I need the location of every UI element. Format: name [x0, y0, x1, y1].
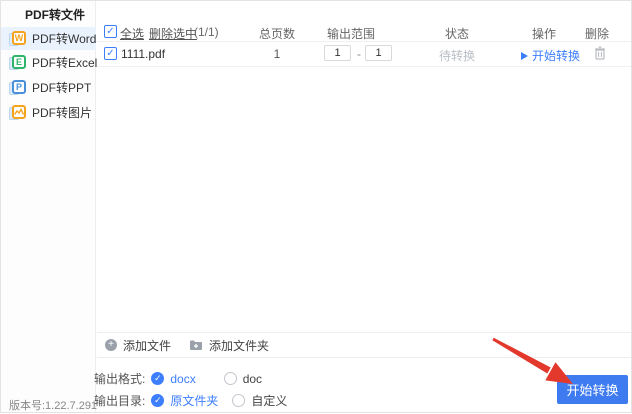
- selection-count: (1/1): [194, 25, 219, 39]
- range-to-input[interactable]: [365, 45, 392, 61]
- header-divider: [97, 41, 631, 42]
- image-icon: [14, 107, 24, 115]
- app-title: PDF转文件: [25, 8, 86, 22]
- radio-doc-label[interactable]: doc: [243, 372, 262, 386]
- output-format-label: 输出格式:: [94, 372, 146, 386]
- app-window: PDF转文件 W PDF转Word E PDF转Excel P PDF转PPT: [0, 0, 632, 413]
- start-convert-button[interactable]: 开始转换: [557, 375, 628, 404]
- play-icon: [521, 51, 528, 60]
- add-folder-button[interactable]: 添加文件夹: [189, 337, 269, 354]
- sidebar-item-pdf-to-ppt[interactable]: P PDF转PPT: [1, 76, 96, 99]
- row-divider: [97, 66, 631, 67]
- range-from-input[interactable]: [324, 45, 351, 61]
- column-header-range: 输出范围: [326, 27, 375, 41]
- ppt-file-icon: P: [9, 79, 26, 96]
- folder-plus-icon: [190, 340, 203, 350]
- status-badge: 待转换: [438, 49, 475, 63]
- radio-custom-dir[interactable]: [232, 394, 246, 407]
- image-file-icon: [9, 104, 26, 121]
- row-checkbox[interactable]: ✓: [104, 47, 117, 60]
- sidebar-item-label: PDF转Word: [32, 32, 97, 46]
- sidebar-item-pdf-to-image[interactable]: PDF转图片: [1, 101, 96, 124]
- column-header-pages: 总页数: [258, 27, 295, 41]
- version-label: 版本号:1.22.7.291: [9, 400, 98, 412]
- radio-custom-dir-label[interactable]: 自定义: [251, 392, 287, 409]
- add-files-bar: + 添加文件 添加文件夹: [97, 332, 631, 358]
- row-delete-button[interactable]: [594, 46, 606, 60]
- sidebar: PDF转文件 W PDF转Word E PDF转Excel P PDF转PPT: [1, 1, 98, 412]
- radio-original-folder[interactable]: ✓: [151, 394, 165, 407]
- file-page-count: 1: [273, 47, 281, 61]
- file-name: 1111.pdf: [121, 47, 166, 61]
- sidebar-item-pdf-to-word[interactable]: W PDF转Word: [1, 27, 96, 50]
- radio-doc[interactable]: [223, 372, 237, 385]
- delete-selected-link[interactable]: 删除选中: [149, 25, 197, 42]
- trash-icon: [595, 46, 605, 60]
- sidebar-item-label: PDF转Excel: [32, 56, 98, 70]
- add-file-button[interactable]: + 添加文件: [105, 337, 171, 354]
- output-format-row: 输出格式: ✓ docx doc: [94, 370, 262, 387]
- plus-circle-icon: +: [105, 339, 117, 351]
- word-file-icon: W: [9, 30, 26, 47]
- sidebar-item-label: PDF转PPT: [32, 81, 92, 95]
- output-dir-row: 输出目录: ✓ 原文件夹 自定义: [94, 392, 287, 409]
- output-dir-label: 输出目录:: [94, 394, 146, 408]
- column-header-action: 操作: [531, 27, 556, 41]
- row-start-convert-link[interactable]: 开始转换: [521, 47, 580, 64]
- sidebar-item-pdf-to-excel[interactable]: E PDF转Excel: [1, 51, 98, 74]
- column-header-delete: 删除: [584, 27, 609, 41]
- radio-original-folder-label[interactable]: 原文件夹: [170, 392, 218, 409]
- column-header-status: 状态: [444, 27, 469, 41]
- range-separator: -: [357, 47, 361, 61]
- sidebar-item-label: PDF转图片: [32, 106, 93, 120]
- radio-docx-label[interactable]: docx: [170, 372, 195, 386]
- radio-docx[interactable]: ✓: [151, 372, 165, 385]
- excel-file-icon: E: [9, 54, 26, 71]
- select-all-checkbox[interactable]: ✓: [104, 25, 117, 38]
- select-all-link[interactable]: 全选: [120, 25, 144, 42]
